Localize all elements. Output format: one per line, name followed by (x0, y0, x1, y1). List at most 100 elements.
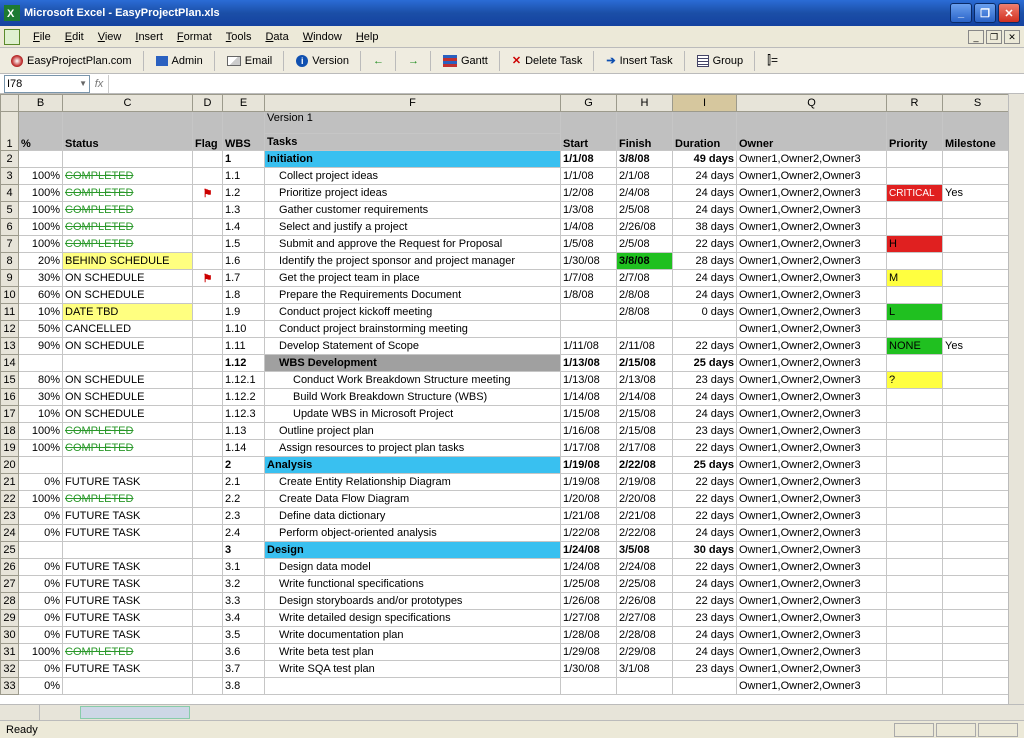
cell-owner[interactable]: Owner1,Owner2,Owner3 (737, 372, 887, 389)
column-header-I[interactable]: I (673, 95, 737, 112)
cell-duration[interactable]: 22 days (673, 236, 737, 253)
cell-task[interactable]: Prepare the Requirements Document (265, 287, 561, 304)
cell-wbs[interactable]: 1.12.1 (223, 372, 265, 389)
cell-finish[interactable]: 3/8/08 (617, 253, 673, 270)
cell-owner[interactable]: Owner1,Owner2,Owner3 (737, 491, 887, 508)
cell-flag[interactable] (193, 151, 223, 168)
row-header[interactable]: 27 (1, 576, 19, 593)
cell-duration[interactable]: 22 days (673, 338, 737, 355)
cell-start[interactable] (561, 678, 617, 695)
cell-task[interactable]: Identify the project sponsor and project… (265, 253, 561, 270)
row-header[interactable]: 21 (1, 474, 19, 491)
cell-finish[interactable]: 2/28/08 (617, 627, 673, 644)
row-header[interactable]: 3 (1, 168, 19, 185)
table-row[interactable]: 820%BEHIND SCHEDULE1.6Identify the proje… (1, 253, 1013, 270)
cell-wbs[interactable]: 1.5 (223, 236, 265, 253)
menu-window[interactable]: Window (296, 29, 349, 45)
cell-start[interactable]: 1/17/08 (561, 440, 617, 457)
cell-task[interactable]: Build Work Breakdown Structure (WBS) (265, 389, 561, 406)
cell-finish[interactable]: 2/13/08 (617, 372, 673, 389)
cell-wbs[interactable]: 1.14 (223, 440, 265, 457)
cell-milestone[interactable] (943, 610, 1013, 627)
cell-wbs[interactable]: 2.2 (223, 491, 265, 508)
cell-percent[interactable]: 0% (19, 678, 63, 695)
cell-status[interactable] (63, 678, 193, 695)
cell-finish[interactable]: 2/22/08 (617, 457, 673, 474)
cell-flag[interactable] (193, 423, 223, 440)
cell-flag[interactable] (193, 440, 223, 457)
cell-priority[interactable] (887, 287, 943, 304)
column-header-R[interactable]: R (887, 95, 943, 112)
cell-finish[interactable]: 2/8/08 (617, 287, 673, 304)
cell-milestone[interactable] (943, 236, 1013, 253)
cell-start[interactable]: 1/27/08 (561, 610, 617, 627)
cell-finish[interactable]: 3/5/08 (617, 542, 673, 559)
cell-task[interactable]: Write detailed design specifications (265, 610, 561, 627)
column-header-H[interactable]: H (617, 95, 673, 112)
cell-wbs[interactable]: 3.5 (223, 627, 265, 644)
cell-percent[interactable]: 0% (19, 474, 63, 491)
cell-milestone[interactable]: Yes (943, 185, 1013, 202)
row-header[interactable]: 20 (1, 457, 19, 474)
cell-duration[interactable]: 24 days (673, 168, 737, 185)
cell-milestone[interactable] (943, 270, 1013, 287)
delete-task-button[interactable]: ✕ Delete Task (505, 51, 590, 71)
header-tasks[interactable]: Tasks (265, 134, 561, 151)
cell-wbs[interactable]: 3.3 (223, 593, 265, 610)
cell-owner[interactable]: Owner1,Owner2,Owner3 (737, 202, 887, 219)
cell-duration[interactable]: 24 days (673, 644, 737, 661)
cell-finish[interactable]: 2/15/08 (617, 423, 673, 440)
name-box[interactable]: I78 ▼ (4, 75, 90, 93)
cell-owner[interactable]: Owner1,Owner2,Owner3 (737, 304, 887, 321)
cell-percent[interactable]: 0% (19, 576, 63, 593)
table-row[interactable]: 202Analysis1/19/082/22/0825 daysOwner1,O… (1, 457, 1013, 474)
cell-priority[interactable] (887, 542, 943, 559)
cell-owner[interactable]: Owner1,Owner2,Owner3 (737, 253, 887, 270)
maximize-button[interactable]: ❐ (974, 3, 996, 23)
cell-task[interactable]: Write SQA test plan (265, 661, 561, 678)
cell-duration[interactable] (673, 678, 737, 695)
insert-task-button[interactable]: ➔ Insert Task (599, 51, 679, 71)
cell-owner[interactable]: Owner1,Owner2,Owner3 (737, 474, 887, 491)
cell-percent[interactable] (19, 355, 63, 372)
cell-finish[interactable]: 2/7/08 (617, 270, 673, 287)
cell-wbs[interactable]: 1.12.3 (223, 406, 265, 423)
cell-priority[interactable]: NONE (887, 338, 943, 355)
cell-wbs[interactable]: 3.8 (223, 678, 265, 695)
cell-wbs[interactable]: 2.3 (223, 508, 265, 525)
cell-finish[interactable]: 2/1/08 (617, 168, 673, 185)
cell-flag[interactable] (193, 287, 223, 304)
header-flag[interactable]: Flag (193, 112, 223, 151)
cell-duration[interactable]: 23 days (673, 423, 737, 440)
cell-start[interactable]: 1/16/08 (561, 423, 617, 440)
cell-flag[interactable] (193, 219, 223, 236)
cell-owner[interactable]: Owner1,Owner2,Owner3 (737, 678, 887, 695)
cell-wbs[interactable]: 1.7 (223, 270, 265, 287)
cell-status[interactable]: COMPLETED (63, 168, 193, 185)
cell-duration[interactable]: 22 days (673, 474, 737, 491)
row-header[interactable]: 2 (1, 151, 19, 168)
cell-wbs[interactable]: 1.2 (223, 185, 265, 202)
cell-status[interactable]: FUTURE TASK (63, 559, 193, 576)
cell-start[interactable]: 1/29/08 (561, 644, 617, 661)
cell-finish[interactable]: 2/15/08 (617, 406, 673, 423)
cell-flag[interactable] (193, 355, 223, 372)
cell-finish[interactable]: 3/1/08 (617, 661, 673, 678)
cell-task[interactable]: Create Entity Relationship Diagram (265, 474, 561, 491)
table-row[interactable]: 300%FUTURE TASK3.5Write documentation pl… (1, 627, 1013, 644)
cell-status[interactable]: DATE TBD (63, 304, 193, 321)
cell-percent[interactable]: 60% (19, 287, 63, 304)
cell-wbs[interactable]: 3.6 (223, 644, 265, 661)
mdi-close-button[interactable]: ✕ (1004, 30, 1020, 44)
version-cell[interactable]: Version 1 (265, 112, 561, 134)
row-header[interactable]: 5 (1, 202, 19, 219)
cell-duration[interactable]: 22 days (673, 559, 737, 576)
cell-flag[interactable] (193, 525, 223, 542)
row-header[interactable]: 10 (1, 287, 19, 304)
table-row[interactable]: 6100%COMPLETED1.4Select and justify a pr… (1, 219, 1013, 236)
cell-status[interactable]: COMPLETED (63, 644, 193, 661)
cell-duration[interactable]: 25 days (673, 355, 737, 372)
menu-insert[interactable]: Insert (128, 29, 170, 45)
row-header[interactable]: 30 (1, 627, 19, 644)
fx-icon[interactable]: fx (90, 78, 108, 90)
